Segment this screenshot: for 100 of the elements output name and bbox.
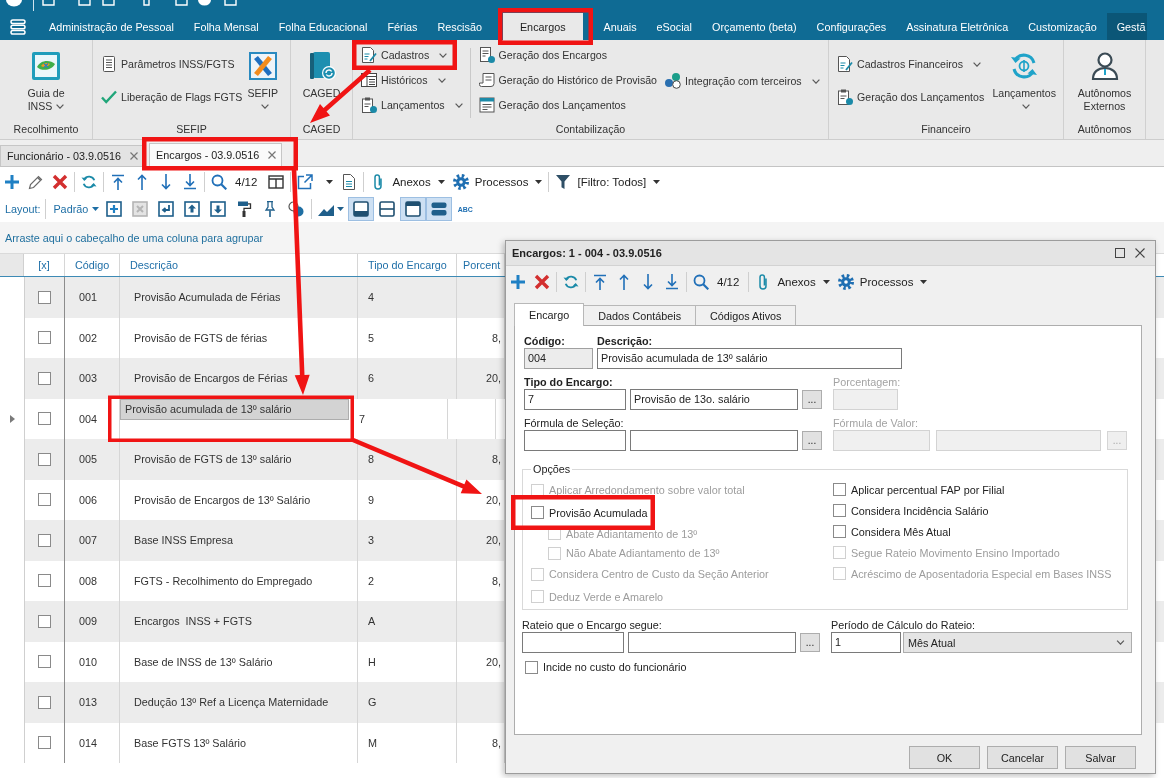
checkbox[interactable] — [37, 736, 51, 750]
checkbox-label: Considera Centro de Custo da Seção Anterior — [549, 568, 769, 581]
checkbox[interactable] — [37, 574, 51, 588]
ribbon-button[interactable]: Geração dos Encargos — [476, 45, 659, 65]
ribbon-button[interactable]: Cadastros Financeiros — [835, 53, 987, 75]
gear-icon — [452, 174, 469, 190]
text-field[interactable] — [524, 430, 626, 451]
cropped-icon — [198, 0, 211, 6]
record-counter: 4/12 — [234, 176, 259, 188]
column-header[interactable]: Tipo do Encargo — [358, 254, 457, 276]
ribbon-button[interactable]: Lançamentos — [989, 52, 1059, 114]
field-label: Tipo do Encargo: — [524, 375, 614, 389]
layout-dropdown[interactable]: Padrão — [48, 198, 102, 220]
dialog-button[interactable]: Cancelar — [987, 746, 1058, 769]
checkbox[interactable] — [37, 290, 51, 304]
field-label: Fórmula de Valor: — [833, 416, 919, 430]
menu-tab[interactable]: Customização — [1018, 13, 1107, 40]
menu-tab[interactable]: Folha Mensal — [183, 13, 269, 40]
menu-tab[interactable]: Encargos — [502, 13, 583, 40]
ribbon-button[interactable]: Geração do Histórico de Provisão — [476, 70, 659, 90]
checkbox[interactable] — [37, 614, 51, 628]
document-tab[interactable]: Encargos - 03.9.0516 — [149, 143, 283, 166]
column-header[interactable]: [x] — [24, 254, 65, 276]
ribbon-button[interactable]: Parâmetros INSS/FGTS — [99, 53, 245, 75]
attachments-button[interactable]: Anexos — [366, 171, 449, 193]
menu-tab[interactable]: Configurações — [806, 13, 897, 40]
text-field[interactable]: 004 — [524, 348, 593, 369]
menu-tab[interactable]: eSocial — [646, 13, 702, 40]
ribbon-button[interactable]: Liberação de Flags FGTS — [99, 86, 245, 108]
ribbon-button[interactable]: Lançamentos — [359, 95, 465, 115]
text-field[interactable] — [630, 430, 798, 451]
filter-button[interactable]: [Filtro: Todos] — [551, 171, 665, 193]
arrow-to-bottom-icon — [664, 274, 680, 290]
text-field[interactable] — [628, 632, 796, 653]
clipboard-icon — [837, 89, 853, 105]
checkbox[interactable] — [37, 655, 51, 669]
lookup-button[interactable]: ... — [802, 431, 822, 450]
dialog-button[interactable]: OK — [909, 746, 980, 769]
ribbon-button[interactable]: CAGED — [299, 52, 344, 101]
checkbox[interactable] — [37, 452, 51, 466]
text-field[interactable]: Provisão acumulada de 13º salário — [597, 348, 902, 369]
ribbon-button[interactable]: Integração com terceiros — [663, 70, 822, 92]
menu-tab[interactable]: Férias — [377, 13, 428, 40]
ribbon-button[interactable]: Guia de INSS — [24, 52, 68, 114]
table-cell: A — [358, 601, 457, 642]
cropped-icon — [143, 0, 150, 6]
toolbar-toggle[interactable] — [400, 197, 427, 221]
ribbon-button[interactable]: SEFIP — [244, 52, 281, 114]
checkbox[interactable] — [525, 660, 538, 674]
text-field[interactable]: 7 — [524, 389, 626, 410]
checkbox[interactable] — [37, 331, 51, 345]
tab[interactable]: Códigos Ativos — [695, 305, 797, 325]
field-label: Fórmula de Seleção: — [524, 416, 625, 430]
column-header[interactable]: Código — [65, 254, 120, 276]
checkbox[interactable] — [37, 695, 51, 709]
ribbon-button[interactable]: Geração dos Lançamentos — [476, 95, 659, 115]
filter-icon — [555, 174, 572, 190]
checkbox[interactable] — [531, 506, 544, 520]
lookup-button[interactable]: ... — [800, 633, 820, 652]
menu-tab[interactable]: Folha Educacional — [268, 13, 378, 40]
text-field[interactable]: 1 — [831, 632, 901, 653]
ribbon-button[interactable]: Geração dos Lançamentos — [835, 86, 987, 108]
lookup-button[interactable]: ... — [802, 390, 822, 409]
checkbox[interactable] — [833, 525, 846, 538]
checkbox[interactable] — [37, 493, 51, 507]
emblem-tile-icon — [32, 52, 60, 80]
caret-icon — [326, 180, 334, 184]
field-label: Código: — [524, 334, 566, 348]
cropped-icon — [78, 0, 91, 6]
menu-tab[interactable]: Anuais — [593, 13, 647, 40]
tab[interactable]: Encargo — [514, 303, 585, 326]
processes-button[interactable]: Processos — [448, 171, 547, 193]
dialog-button[interactable]: Salvar — [1065, 746, 1136, 769]
checkbox-label: Incide no custo do funcionário — [543, 661, 687, 673]
attachments-button[interactable]: Anexos — [751, 271, 834, 293]
checkbox-label: Abate Adiantamento de 13º — [566, 527, 698, 540]
checkbox[interactable] — [37, 371, 51, 385]
paint-roller-icon — [236, 201, 253, 217]
menu-tab[interactable]: Rescisão — [427, 13, 492, 40]
menu-tab[interactable]: Gestã — [1106, 13, 1148, 40]
dropdown-field[interactable]: Mês Atual — [903, 632, 1132, 653]
text-field[interactable] — [522, 632, 624, 653]
checkbox[interactable] — [37, 533, 51, 547]
menu-tab[interactable]: Administração de Pessoal — [39, 13, 184, 40]
toolbar-toggle[interactable] — [426, 197, 453, 221]
toolbar-toggle[interactable] — [348, 197, 375, 221]
checkbox[interactable] — [833, 483, 846, 496]
text-field[interactable]: Provisão de 13o. salário — [630, 389, 798, 410]
processes-button[interactable]: Processos — [833, 271, 932, 293]
menu-tab[interactable]: Orçamento (beta) — [702, 13, 807, 40]
table-cell: 013 — [65, 682, 120, 723]
table-cell: 014 — [65, 722, 120, 763]
plus-icon — [4, 174, 20, 190]
checkbox[interactable] — [37, 412, 51, 426]
document-tab[interactable]: Funcionário - 03.9.0516 — [0, 145, 145, 166]
ribbon-button[interactable]: Autônomos Externos — [1074, 52, 1135, 114]
menu-tab[interactable]: Assinatura Eletrônica — [896, 13, 1019, 40]
export-icon — [297, 174, 314, 190]
panel-bottom-icon — [353, 201, 370, 217]
checkbox[interactable] — [833, 504, 846, 517]
